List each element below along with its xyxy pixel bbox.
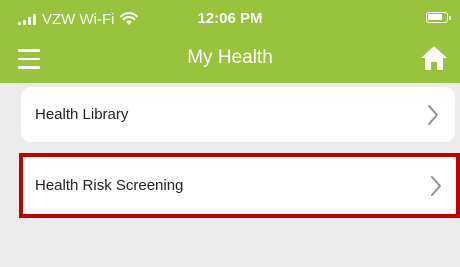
list-item-label: Health Library xyxy=(35,106,129,123)
nav-bar: My Health xyxy=(0,36,460,83)
chevron-right-icon xyxy=(431,175,441,196)
list-item-health-library[interactable]: Health Library xyxy=(21,87,455,142)
chevron-right-icon xyxy=(428,104,438,125)
list-item-label: Health Risk Screening xyxy=(35,177,184,194)
app-header: VZW Wi-Fi 12:06 PM My Health xyxy=(0,0,460,83)
status-time: 12:06 PM xyxy=(197,10,263,27)
home-icon[interactable] xyxy=(420,44,448,72)
list-item-health-risk-screening[interactable]: Health Risk Screening xyxy=(19,153,460,218)
battery-icon xyxy=(426,12,451,23)
status-bar: VZW Wi-Fi 12:06 PM xyxy=(0,0,460,36)
page-title: My Health xyxy=(187,47,273,68)
